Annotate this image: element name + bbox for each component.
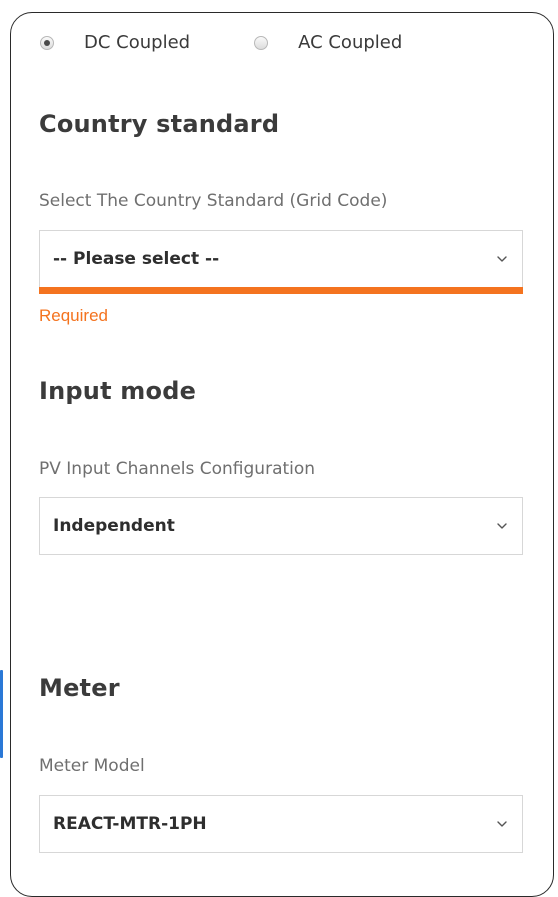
pv-input-channels-select[interactable]: Independent [39, 497, 523, 555]
side-accent-bar [0, 670, 3, 758]
input-mode-heading: Input mode [39, 377, 197, 405]
meter-model-select[interactable]: REACT-MTR-1PH [39, 795, 523, 853]
country-standard-select[interactable]: -- Please select -- [39, 230, 523, 288]
chevron-down-icon [497, 523, 507, 529]
pv-input-channels-value: Independent [53, 516, 175, 536]
chevron-down-icon [497, 256, 507, 262]
pv-input-channels-label: PV Input Channels Configuration [39, 459, 316, 479]
meter-model-label: Meter Model [39, 756, 145, 776]
country-standard-error-bar [39, 287, 523, 294]
radio-checked-icon[interactable] [40, 35, 54, 50]
radio-unchecked-icon[interactable] [254, 35, 269, 50]
meter-model-value: REACT-MTR-1PH [53, 814, 207, 834]
country-standard-value: -- Please select -- [53, 249, 220, 269]
chevron-down-icon [497, 821, 507, 827]
radio-dc-coupled-label: DC Coupled [84, 32, 191, 53]
radio-dc-coupled[interactable]: DC Coupled [40, 32, 190, 53]
country-standard-heading: Country standard [39, 110, 280, 138]
country-standard-error-text: Required [39, 306, 108, 325]
country-standard-label: Select The Country Standard (Grid Code) [39, 191, 388, 211]
radio-ac-coupled[interactable]: AC Coupled [254, 32, 402, 53]
meter-heading: Meter [39, 674, 120, 702]
coupling-radio-group: DC Coupled AC Coupled [40, 32, 402, 53]
radio-ac-coupled-label: AC Coupled [298, 32, 403, 53]
